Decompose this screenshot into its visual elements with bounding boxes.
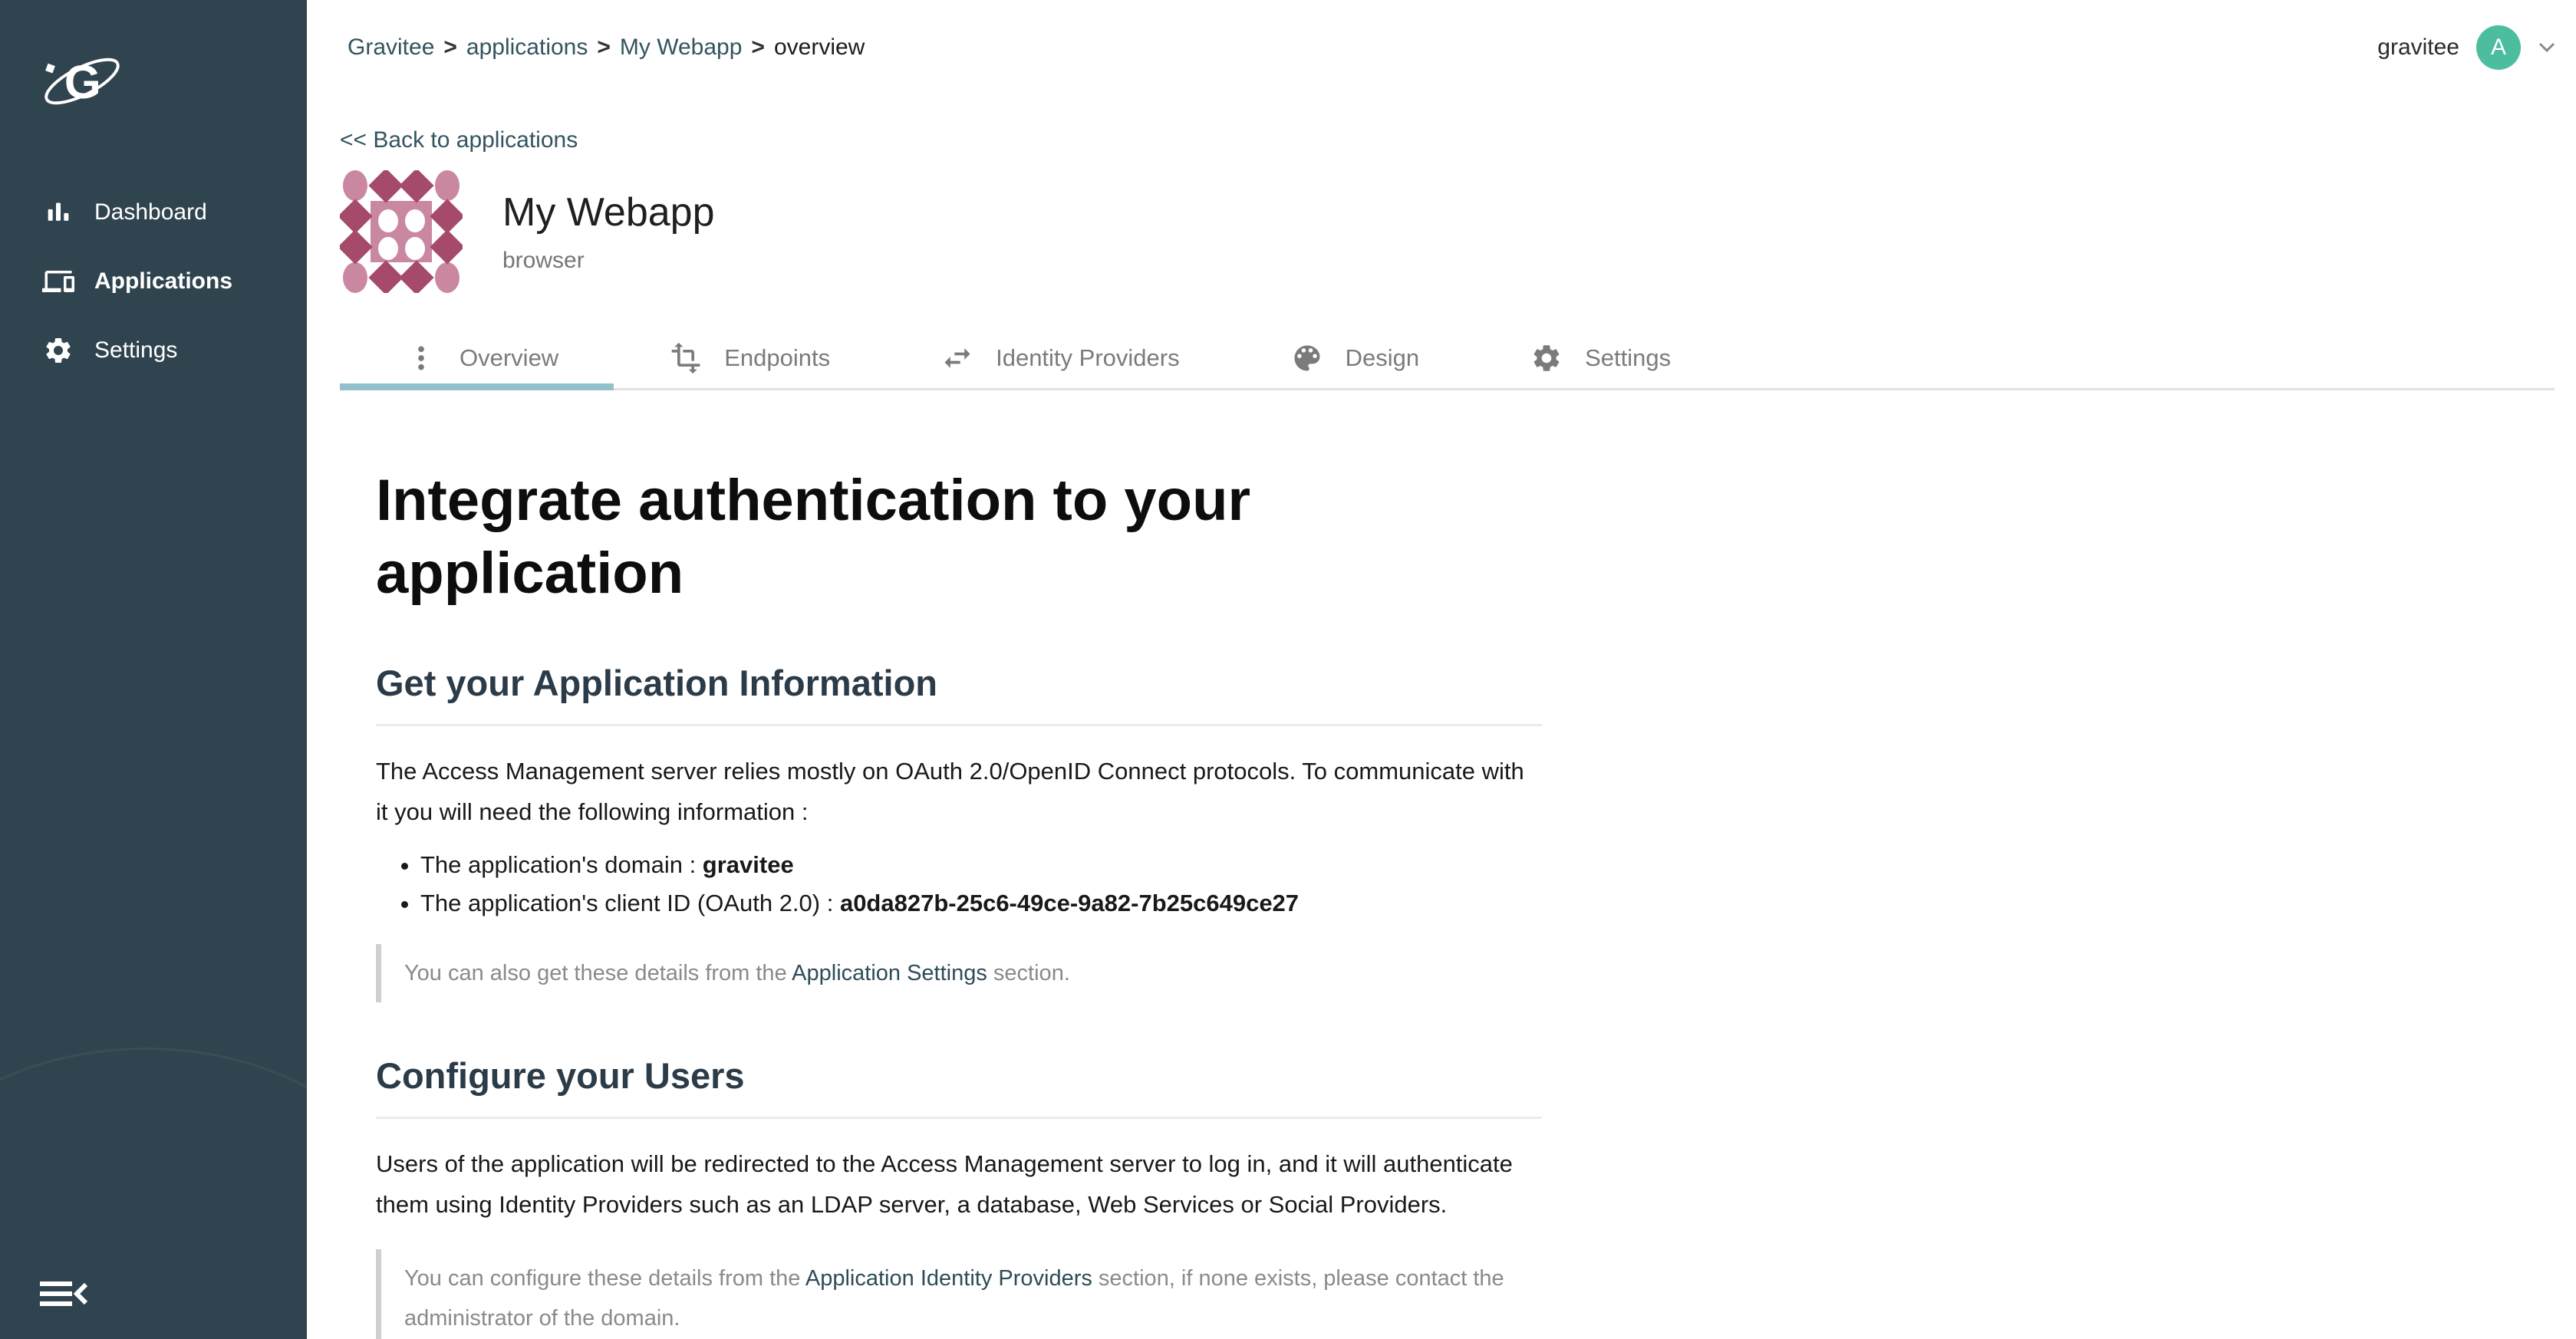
devices-icon <box>42 265 74 298</box>
bullet-text: The application's domain : <box>420 851 703 878</box>
application-info-list: The application's domain : gravitee The … <box>420 849 1542 920</box>
sidebar-item-dashboard[interactable]: Dashboard <box>0 178 307 247</box>
tab-label: Endpoints <box>724 344 830 372</box>
breadcrumb-link-my-webapp[interactable]: My Webapp <box>620 35 743 60</box>
tab-label: Identity Providers <box>996 344 1180 372</box>
note-text: section. <box>987 961 1070 985</box>
section2-paragraph: Users of the application will be redirec… <box>376 1143 1542 1225</box>
note-application-settings: You can also get these details from the … <box>376 944 1542 1002</box>
bullet-text: The application's client ID (OAuth 2.0) … <box>420 890 840 916</box>
tab-label: Overview <box>460 344 558 372</box>
list-item-client-id: The application's client ID (OAuth 2.0) … <box>420 887 1542 920</box>
user-name: gravitee <box>2377 35 2459 61</box>
domain-value: gravitee <box>703 851 794 878</box>
topbar: Gravitee > applications > My Webapp > overview… <box>307 0 2576 95</box>
collapse-menu-icon[interactable] <box>40 1281 89 1307</box>
sidebar-item-label: Dashboard <box>94 199 207 225</box>
sidebar: G Dashboard A <box>0 0 307 1339</box>
breadcrumb-current: overview <box>774 35 865 60</box>
main-area: Gravitee > applications > My Webapp > overview… <box>307 0 2576 1339</box>
sidebar-item-label: Applications <box>94 268 232 294</box>
tab-endpoints[interactable]: Endpoints <box>614 328 885 388</box>
user-menu[interactable]: gravitee A <box>2377 25 2556 70</box>
page-title: My Webapp <box>502 189 715 235</box>
overview-article: Integrate authentication to your applica… <box>376 464 1542 1339</box>
app-header: My Webapp browser <box>340 170 2555 293</box>
tab-label: Design <box>1346 344 1420 372</box>
note-text: You can configure these details from the <box>404 1266 805 1291</box>
list-item-domain: The application's domain : gravitee <box>420 849 1542 881</box>
transform-icon <box>669 341 703 375</box>
section-divider <box>376 724 1542 726</box>
swap-horiz-icon <box>940 341 974 375</box>
section1-paragraph: The Access Management server relies most… <box>376 751 1542 832</box>
app-root: G Dashboard A <box>0 0 2576 1339</box>
tab-settings[interactable]: Settings <box>1474 328 1726 388</box>
breadcrumb-link-applications[interactable]: applications <box>466 35 588 60</box>
breadcrumb-link-gravitee[interactable]: Gravitee <box>348 35 434 60</box>
note-identity-providers: You can configure these details from the… <box>376 1249 1542 1339</box>
tab-label: Settings <box>1585 344 1671 372</box>
note-text: You can also get these details from the <box>404 961 792 985</box>
application-settings-link[interactable]: Application Settings <box>792 961 987 985</box>
gear-icon <box>1530 341 1563 375</box>
app-identicon <box>340 170 463 293</box>
section-divider <box>376 1117 1542 1119</box>
sidebar-item-label: Settings <box>94 337 177 364</box>
sidebar-item-applications[interactable]: Applications <box>0 247 307 316</box>
bar-chart-icon <box>42 196 74 229</box>
tab-bar: Overview Endpoints <box>340 328 2555 390</box>
tab-design[interactable]: Design <box>1235 328 1475 388</box>
tab-identity-providers[interactable]: Identity Providers <box>885 328 1235 388</box>
back-to-applications-link[interactable]: << Back to applications <box>340 127 578 153</box>
breadcrumb-separator: > <box>443 35 457 60</box>
tab-overview[interactable]: Overview <box>340 328 614 388</box>
page-content: << Back to applications <box>307 95 2576 1339</box>
sidebar-nav: Dashboard Applications Settings <box>0 178 307 385</box>
section-heading-application-information: Get your Application Information <box>376 662 1542 704</box>
gear-icon <box>42 334 74 367</box>
svg-text:G: G <box>64 56 101 109</box>
more-vert-icon <box>404 341 438 375</box>
sidebar-item-settings[interactable]: Settings <box>0 316 307 385</box>
app-type-label: browser <box>502 248 715 274</box>
breadcrumb: Gravitee > applications > My Webapp > overview <box>348 35 865 61</box>
user-avatar[interactable]: A <box>2476 25 2521 70</box>
palette-icon <box>1290 341 1324 375</box>
breadcrumb-separator: > <box>751 35 765 60</box>
article-title: Integrate authentication to your applica… <box>376 464 1542 610</box>
section-heading-configure-users: Configure your Users <box>376 1054 1542 1097</box>
client-id-value: a0da827b-25c6-49ce-9a82-7b25c649ce27 <box>840 890 1299 916</box>
chevron-down-icon[interactable] <box>2538 41 2556 54</box>
gravitee-logo[interactable]: G <box>40 48 124 115</box>
application-identity-providers-link[interactable]: Application Identity Providers <box>805 1266 1092 1291</box>
breadcrumb-separator: > <box>597 35 611 60</box>
